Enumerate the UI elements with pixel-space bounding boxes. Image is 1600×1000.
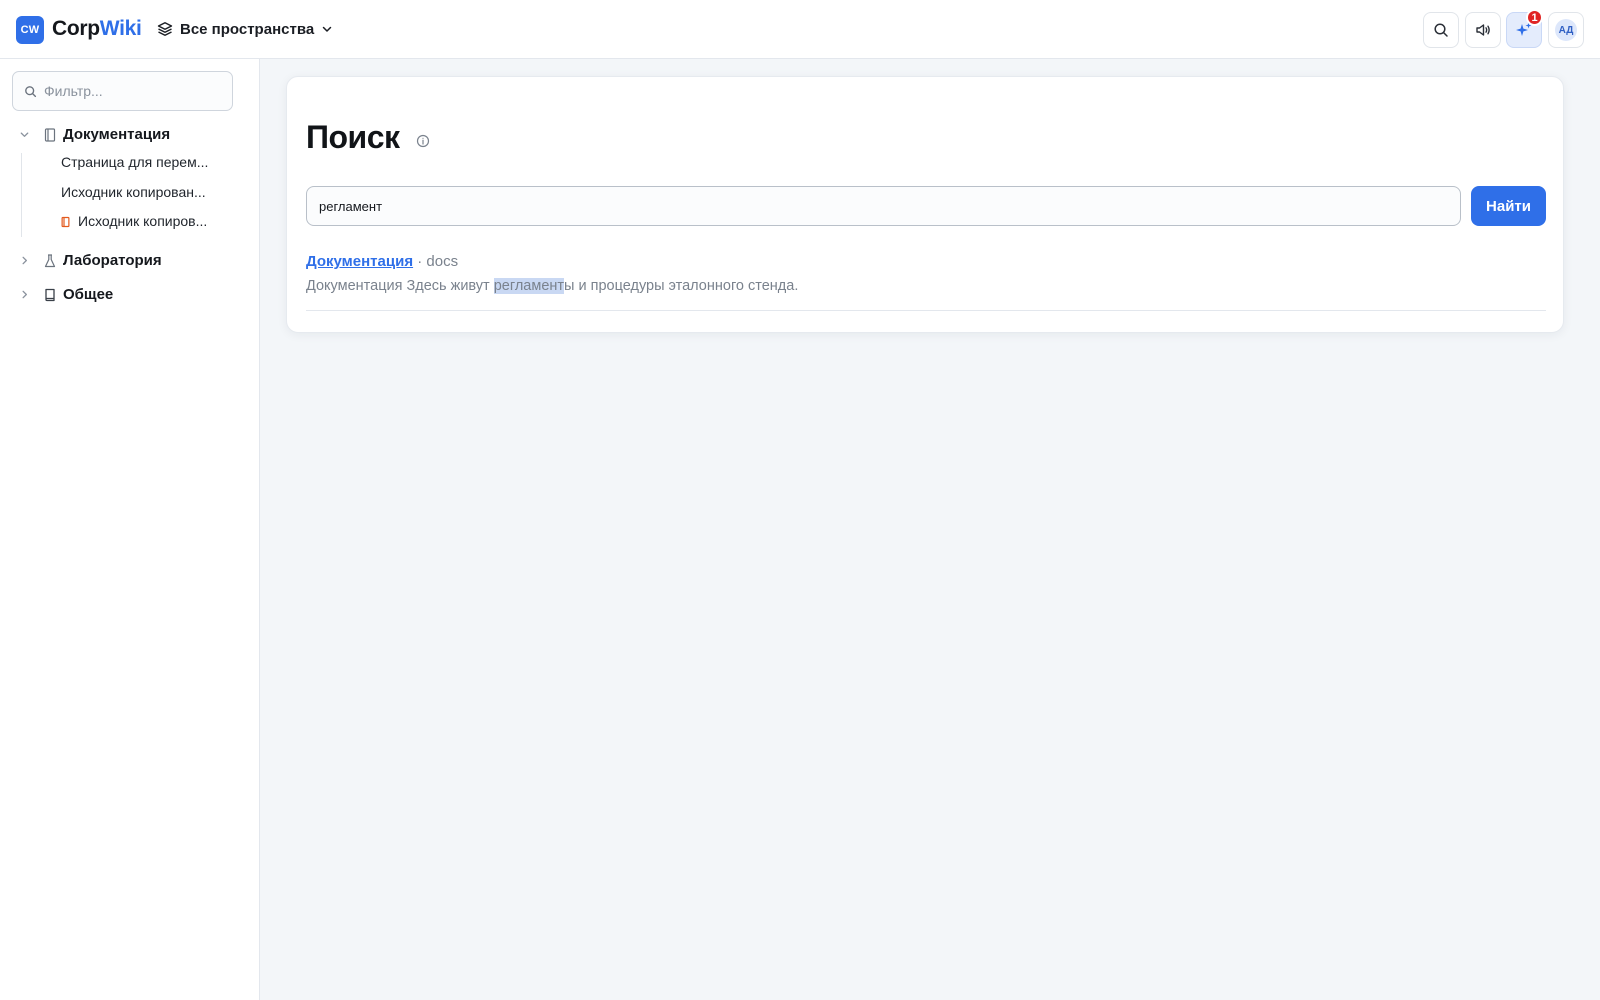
sidebar-space-label: Лаборатория	[63, 252, 162, 269]
bookmark-book-icon	[45, 288, 55, 302]
sidebar-space-docs[interactable]: Документация	[0, 121, 259, 149]
snippet-highlight: регламент	[493, 278, 565, 294]
sidebar-page-item-active[interactable]: Исходник копиров...	[61, 209, 261, 235]
logo-text-corp: Corp	[52, 17, 100, 40]
result-header: Документация · docs	[306, 253, 458, 270]
sidebar-page-label: Исходник копирован...	[61, 184, 206, 200]
chevron-down-icon	[322, 26, 332, 32]
logo-text-wiki: Wiki	[99, 17, 142, 40]
filter-input[interactable]	[44, 83, 224, 99]
chevron-right-icon[interactable]	[19, 255, 30, 266]
search-card: Поиск Найти Документация · docs Документ…	[286, 76, 1564, 333]
space-switcher[interactable]: Все пространства	[157, 16, 333, 42]
notification-badge: 1	[1526, 9, 1543, 26]
info-icon[interactable]	[416, 134, 430, 148]
tree-guide-line	[21, 153, 22, 237]
speaker-icon	[1475, 24, 1490, 36]
sidebar-space-label: Общее	[63, 286, 114, 303]
search-field[interactable]	[306, 186, 1461, 226]
sidebar-page-item[interactable]: Страница для перем...	[61, 150, 261, 176]
chevron-down-icon[interactable]	[19, 129, 30, 140]
search-result: Документация · docs Документация Здесь ж…	[306, 251, 1546, 311]
sidebar: Документация Страница для перем... Исход…	[0, 59, 260, 1000]
sidebar-space-general[interactable]: Общее	[0, 281, 259, 309]
sidebar-filter[interactable]	[12, 71, 233, 111]
search-icon	[1434, 23, 1448, 37]
sidebar-space-lab[interactable]: Лаборатория	[0, 247, 259, 275]
page-title: Поиск	[306, 119, 400, 155]
snippet-text-after: ы и процедуры эталонного стенда.	[564, 278, 799, 294]
result-title-link[interactable]: Документация	[306, 253, 413, 270]
result-space-key: docs	[426, 253, 459, 270]
announcements-button[interactable]	[1465, 12, 1501, 48]
sidebar-page-item[interactable]: Исходник копирован...	[61, 180, 261, 206]
snippet-text-before: Документация Здесь живут	[306, 278, 494, 294]
app-logo[interactable]: CorpWiki	[52, 15, 142, 43]
layers-icon	[157, 22, 173, 36]
find-button[interactable]: Найти	[1471, 186, 1546, 226]
result-separator: ·	[417, 253, 423, 270]
book-icon	[44, 128, 56, 142]
book-icon	[61, 216, 70, 228]
logo-icon[interactable]: CW	[16, 16, 44, 44]
top-bar: CW CorpWiki Все пространства 1 АД	[0, 0, 1600, 59]
chevron-right-icon[interactable]	[19, 289, 30, 300]
user-menu-button[interactable]: АД	[1548, 12, 1584, 48]
sidebar-page-label: Страница для перем...	[61, 154, 209, 170]
ai-assistant-button[interactable]: 1	[1506, 9, 1543, 48]
avatar: АД	[1555, 19, 1577, 41]
result-snippet: Документация Здесь живут регламенты и пр…	[306, 278, 798, 294]
search-button[interactable]	[1423, 12, 1459, 48]
space-switcher-label: Все пространства	[180, 20, 315, 38]
sidebar-space-label: Документация	[63, 126, 171, 143]
sidebar-page-label: Исходник копиров...	[78, 213, 208, 229]
search-input[interactable]	[319, 198, 1439, 214]
search-icon	[25, 85, 37, 97]
flask-icon	[44, 254, 56, 268]
